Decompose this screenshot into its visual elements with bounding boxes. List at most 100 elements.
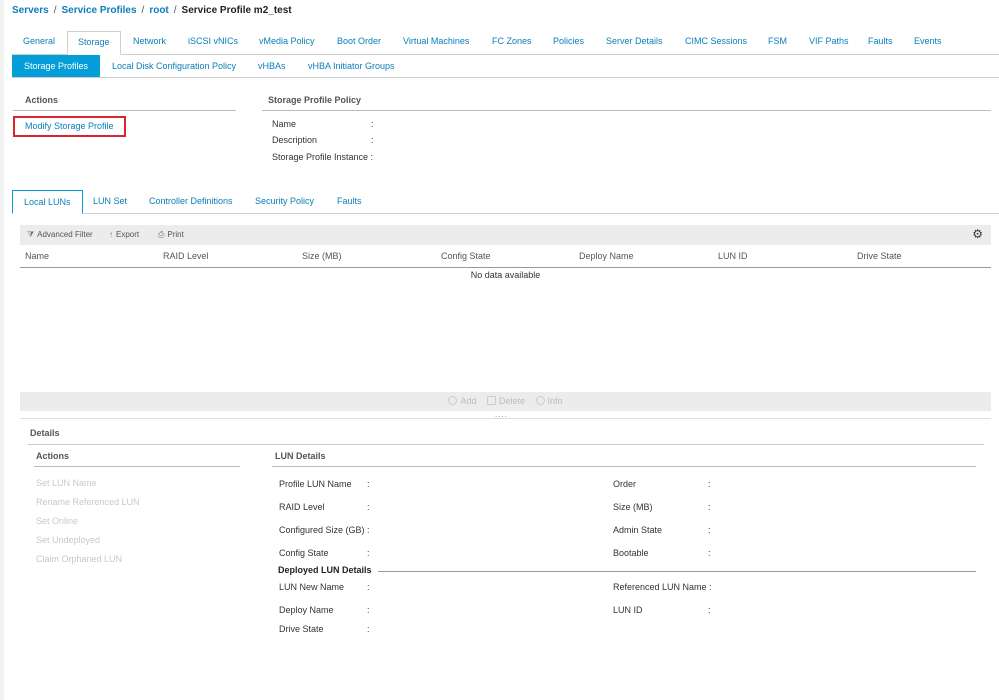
tab-virtual-machines[interactable]: Virtual Machines bbox=[403, 31, 469, 55]
column-config-state[interactable]: Config State bbox=[441, 246, 491, 266]
colon: : bbox=[371, 119, 374, 129]
tab-cimc-sessions[interactable]: CIMC Sessions bbox=[685, 31, 747, 55]
breadcrumb-separator: / bbox=[173, 5, 177, 16]
policy-instance-label: Storage Profile Instance : bbox=[272, 152, 374, 162]
modify-storage-profile-link[interactable]: Modify Storage Profile bbox=[13, 116, 126, 137]
breadcrumb-current: Service Profile m2_test bbox=[181, 5, 292, 16]
table-actions-bar: Add Delete Info bbox=[20, 392, 991, 411]
table-toolbar: ⧩ Advanced Filter ↑ Export ⎙ Print ⚙ bbox=[20, 225, 991, 245]
add-button[interactable]: Add bbox=[448, 392, 476, 411]
policy-description-label: Description bbox=[272, 135, 318, 145]
colon: : bbox=[367, 624, 370, 634]
order-label: Order bbox=[613, 479, 637, 489]
print-icon: ⎙ bbox=[158, 230, 165, 239]
tab-controller-definitions[interactable]: Controller Definitions bbox=[149, 190, 233, 214]
tab-local-luns[interactable]: Local LUNs bbox=[12, 190, 83, 214]
add-icon bbox=[448, 396, 458, 405]
colon: : bbox=[367, 548, 370, 558]
size-mb-label: Size (MB) bbox=[613, 502, 653, 512]
colon: : bbox=[708, 525, 711, 535]
tab-fsm[interactable]: FSM bbox=[768, 31, 787, 55]
subtab-local-disk-config[interactable]: Local Disk Configuration Policy bbox=[112, 55, 236, 77]
print-label: Print bbox=[167, 230, 184, 239]
lun-details-header: LUN Details bbox=[275, 451, 326, 461]
tab-network[interactable]: Network bbox=[133, 31, 166, 55]
details-header: Details bbox=[30, 428, 60, 438]
details-pane bbox=[20, 418, 991, 700]
gear-icon[interactable]: ⚙ bbox=[972, 227, 983, 241]
lun-id-label: LUN ID bbox=[613, 605, 643, 615]
colon: : bbox=[367, 479, 370, 489]
colon: : bbox=[371, 135, 374, 145]
info-label: Info bbox=[547, 396, 563, 406]
breadcrumb-separator: / bbox=[141, 5, 145, 16]
set-undeployed-link[interactable]: Set Undeployed bbox=[36, 535, 100, 545]
add-label: Add bbox=[460, 396, 477, 406]
tab-security-policy[interactable]: Security Policy bbox=[255, 190, 314, 214]
tab-vif-paths[interactable]: VIF Paths bbox=[809, 31, 849, 55]
tab-server-details[interactable]: Server Details bbox=[606, 31, 663, 55]
claim-orphaned-lun-link[interactable]: Claim Orphaned LUN bbox=[36, 554, 122, 564]
subtab-vhbas[interactable]: vHBAs bbox=[258, 55, 286, 77]
set-online-link[interactable]: Set Online bbox=[36, 516, 78, 526]
tab-storage[interactable]: Storage bbox=[67, 31, 121, 55]
main-tabs: General Storage Network iSCSI vNICs vMed… bbox=[12, 31, 999, 55]
policy-name-label: Name bbox=[272, 119, 297, 129]
column-drive-state[interactable]: Drive State bbox=[857, 246, 902, 266]
tab-general[interactable]: General bbox=[23, 31, 55, 55]
details-actions-header: Actions bbox=[36, 451, 70, 461]
actions-header: Actions bbox=[25, 95, 59, 105]
left-edge bbox=[0, 0, 4, 700]
tab-vmedia-policy[interactable]: vMedia Policy bbox=[259, 31, 315, 55]
deploy-name-label: Deploy Name bbox=[279, 605, 334, 615]
tab-lun-faults[interactable]: Faults bbox=[337, 190, 362, 214]
column-raid-level[interactable]: RAID Level bbox=[163, 246, 209, 266]
raid-level-label: RAID Level bbox=[279, 502, 325, 512]
table-header: Name RAID Level Size (MB) Config State D… bbox=[20, 246, 991, 268]
bootable-label: Bootable bbox=[613, 548, 649, 558]
breadcrumb-root[interactable]: root bbox=[149, 5, 168, 16]
colon: : bbox=[708, 479, 711, 489]
profile-lun-name-label: Profile LUN Name bbox=[279, 479, 352, 489]
print-button[interactable]: ⎙ Print bbox=[158, 225, 184, 245]
lun-new-name-label: LUN New Name bbox=[279, 582, 345, 592]
rename-referenced-lun-link[interactable]: Rename Referenced LUN bbox=[36, 497, 140, 507]
trash-icon bbox=[486, 396, 496, 405]
no-data-message: No data available bbox=[470, 270, 541, 280]
advanced-filter-button[interactable]: ⧩ Advanced Filter bbox=[27, 225, 93, 245]
column-deploy-name[interactable]: Deploy Name bbox=[579, 246, 634, 266]
tab-lun-set[interactable]: LUN Set bbox=[93, 190, 127, 214]
export-button[interactable]: ↑ Export bbox=[109, 225, 139, 245]
colon: : bbox=[708, 548, 711, 558]
export-label: Export bbox=[116, 230, 140, 239]
storage-profile-policy-header: Storage Profile Policy bbox=[268, 95, 362, 105]
set-lun-name-link[interactable]: Set LUN Name bbox=[36, 478, 97, 488]
tab-events[interactable]: Events bbox=[914, 31, 942, 55]
advanced-filter-label: Advanced Filter bbox=[37, 230, 93, 239]
divider bbox=[34, 466, 240, 467]
info-button[interactable]: Info bbox=[535, 392, 563, 411]
tab-faults[interactable]: Faults bbox=[868, 31, 893, 55]
breadcrumb-servers[interactable]: Servers bbox=[12, 5, 49, 16]
configured-size-label: Configured Size (GB) : bbox=[279, 525, 370, 535]
column-name[interactable]: Name bbox=[25, 246, 49, 266]
breadcrumb-service-profiles[interactable]: Service Profiles bbox=[61, 5, 136, 16]
subtab-vhba-initiator-groups[interactable]: vHBA Initiator Groups bbox=[308, 55, 395, 77]
divider bbox=[272, 466, 976, 467]
tab-policies[interactable]: Policies bbox=[553, 31, 584, 55]
delete-button[interactable]: Delete bbox=[486, 392, 525, 411]
drive-state-label: Drive State bbox=[279, 624, 324, 634]
tab-boot-order[interactable]: Boot Order bbox=[337, 31, 381, 55]
tab-fc-zones[interactable]: FC Zones bbox=[492, 31, 532, 55]
column-size-mb[interactable]: Size (MB) bbox=[302, 246, 342, 266]
export-icon: ↑ bbox=[109, 230, 113, 239]
colon: : bbox=[708, 502, 711, 512]
delete-label: Delete bbox=[498, 396, 525, 406]
divider bbox=[262, 110, 991, 111]
admin-state-label: Admin State bbox=[613, 525, 663, 535]
subtab-storage-profiles[interactable]: Storage Profiles bbox=[12, 55, 101, 77]
tab-iscsi-vnics[interactable]: iSCSI vNICs bbox=[188, 31, 238, 55]
divider bbox=[13, 110, 236, 111]
colon: : bbox=[367, 502, 370, 512]
column-lun-id[interactable]: LUN ID bbox=[718, 246, 748, 266]
